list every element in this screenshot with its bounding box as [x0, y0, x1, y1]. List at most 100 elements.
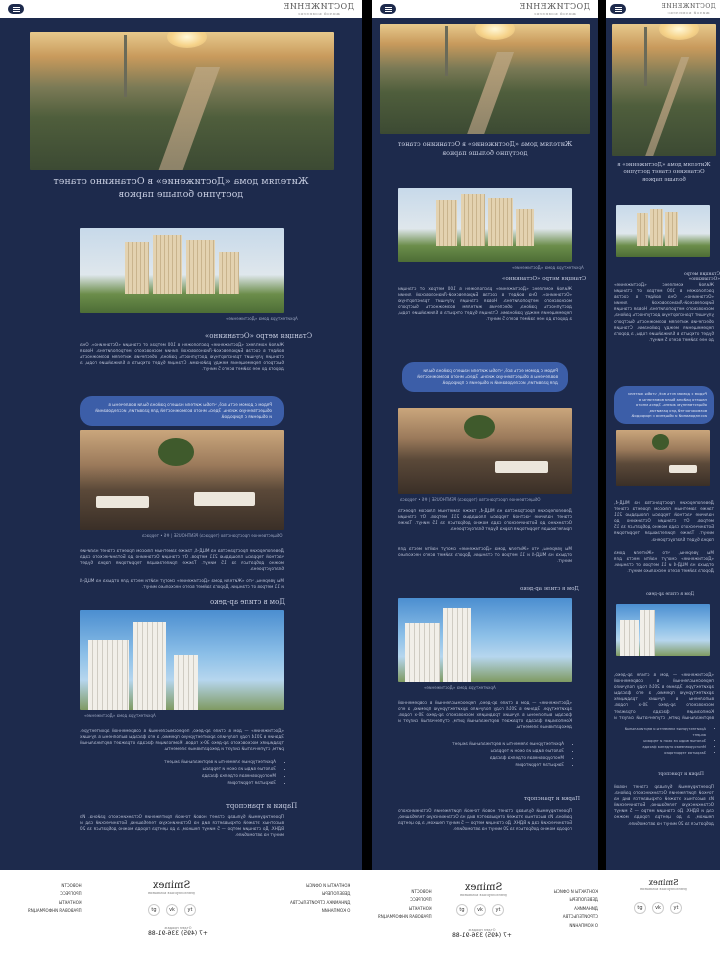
footer-link[interactable]: Контакты и офисы	[290, 882, 350, 890]
youtube-icon[interactable]: yt	[184, 904, 196, 916]
list-item: Архитектурные элементы и вертикальный ак…	[398, 740, 564, 747]
menu-icon[interactable]	[610, 4, 626, 14]
highlight-quote: Рядом с домом есть всё, чтобы жители наш…	[402, 362, 568, 393]
header: ДОСТИЖЕНИЕ жилой комплекс	[0, 0, 362, 18]
footer-link[interactable]: Контакты и офисы	[544, 888, 598, 896]
list-item: Многоуровневая отделка фасада	[80, 772, 276, 779]
section-text-metro: Жилой комплекс «Достижение» расположен в…	[398, 286, 572, 322]
terrace-photo	[398, 408, 572, 494]
section-title-parks: Парки и транспорт	[658, 772, 704, 777]
hero-city-photo	[380, 24, 590, 134]
footer-link[interactable]: Динамика строительства	[544, 905, 598, 922]
building-photo	[616, 205, 710, 257]
site-logo[interactable]: ДОСТИЖЕНИЕ жилой комплекс	[519, 2, 590, 16]
site-logo[interactable]: ДОСТИЖЕНИЕ жилой комплекс	[283, 2, 354, 16]
section-text-artdeco: «Достижение» — дом в стиле ар-деко, пере…	[614, 672, 714, 722]
vk-icon[interactable]: vk	[652, 902, 664, 914]
list-item: Архитектурные элементы и вертикальный ак…	[614, 726, 706, 738]
feature-list: Архитектурные элементы и вертикальный ак…	[80, 758, 284, 787]
artdeco-photo	[398, 598, 572, 682]
header: ДОСТИЖЕНИЕ жилой комплекс	[606, 0, 720, 18]
youtube-icon[interactable]: yt	[492, 904, 504, 916]
section-text-parks: Проектируемый бульвар станет новой точко…	[614, 784, 714, 826]
section-text-terrace-2: Мы уверены, что «Жители дома «Достижение…	[614, 550, 714, 574]
footer-nav: Контакты и офисы Девелоперы Динамика стр…	[544, 888, 598, 930]
list-item: Многоуровневая отделка фасада	[398, 754, 564, 761]
feature-list: Архитектурные элементы и вертикальный ак…	[398, 740, 572, 769]
site-logo[interactable]: ДОСТИЖЕНИЕ жилой комплекс	[661, 3, 716, 15]
section-title-metro: Станция метро «Останкино»	[205, 332, 313, 340]
footer-nav: Новости Прогресс Контакты Правовая инфор…	[378, 888, 432, 922]
list-item: Золотые виды из окон и террасы	[80, 765, 276, 772]
section-text-terrace: Девелоперские пространства на МЦД-4, так…	[80, 548, 284, 572]
photo-caption: Архитектура дома «Достижение»	[512, 265, 584, 270]
highlight-quote: Рядом с домом есть всё, чтобы жители наш…	[614, 386, 714, 424]
hero-city-photo	[30, 32, 334, 170]
building-photo	[80, 228, 284, 313]
footer-brand[interactable]: Sminex девелоперская компания	[148, 880, 195, 895]
section-text-metro: Жилой комплекс «Достижение» расположен в…	[80, 342, 284, 372]
section-text-parks: Проектируемый бульвар станет новой точко…	[80, 814, 284, 838]
telegram-icon[interactable]: tg	[148, 904, 160, 916]
section-title-parks: Парки и транспорт	[226, 802, 298, 810]
vk-icon[interactable]: vk	[474, 904, 486, 916]
page-root: ДОСТИЖЕНИЕ жилой комплекс Жителям дома «Д…	[0, 0, 720, 954]
section-text-terrace-2: Мы уверены, что «Жители дома «Достижение…	[398, 546, 572, 564]
section-text-parks: Проектируемый бульвар станет новой точко…	[398, 808, 572, 832]
footer-link[interactable]: Новости	[378, 888, 431, 896]
footer-link[interactable]: Контакты	[28, 899, 82, 907]
mobile-viewport: ДОСТИЖЕНИЕ жилой комплекс Жителям дома «Д…	[606, 0, 720, 870]
footer-phone[interactable]: Отдел продаж +7 (495) 336-91-88	[452, 928, 512, 939]
section-text-metro: Жилой комплекс «Достижение» расположен в…	[614, 282, 714, 342]
footer-link[interactable]: Правовая информация	[378, 913, 432, 921]
telegram-icon[interactable]: tg	[456, 904, 468, 916]
highlight-quote: Рядом с домом есть всё, чтобы жители наш…	[80, 396, 284, 427]
footer-link[interactable]: Правовая информация	[28, 907, 82, 915]
section-text-terrace: Девелоперские пространства на МЦД-4, так…	[398, 508, 572, 532]
footer-tablet: Контакты и офисы Девелоперы Динамика стр…	[372, 870, 598, 954]
feature-list: Архитектурные элементы и вертикальный ак…	[614, 726, 714, 757]
youtube-icon[interactable]: yt	[670, 902, 682, 914]
footer-link[interactable]: О компании	[290, 907, 351, 915]
list-item: Закрытая территория	[398, 761, 564, 768]
photo-caption: Общественное пространство (терраса) PENT…	[142, 533, 283, 538]
section-text-terrace: Девелоперские пространства на МЦД-4, так…	[614, 500, 714, 542]
section-title-parks: Парки и транспорт	[524, 796, 580, 802]
footer-link[interactable]: О компании	[544, 922, 598, 930]
section-title-artdeco: Дом в стиле ар-деко	[646, 592, 695, 597]
photo-caption: Архитектура дома «Достижение»	[424, 685, 496, 690]
footer-brand[interactable]: Sminex девелоперская компания	[640, 878, 687, 891]
terrace-photo	[80, 430, 284, 530]
footer-link[interactable]: Прогресс	[378, 896, 432, 904]
social-links: tg vk yt	[148, 904, 196, 916]
menu-icon[interactable]	[380, 4, 396, 14]
footer-link[interactable]: Новости	[28, 882, 81, 890]
list-item: Архитектурные элементы и вертикальный ак…	[80, 758, 276, 765]
footer-link[interactable]: Девелоперы	[290, 890, 351, 898]
list-item: Закрытая территория	[614, 750, 706, 756]
footer-link[interactable]: Динамика строительства	[290, 899, 350, 907]
section-title-artdeco: Дом в стиле ар-деко	[210, 598, 286, 606]
footer-nav: Контакты и офисы Девелоперы Динамика стр…	[290, 882, 350, 916]
section-title-artdeco: Дом в стиле ар-деко	[520, 586, 579, 592]
footer-link[interactable]: Контакты	[378, 905, 432, 913]
list-item: Закрытая территория	[80, 779, 276, 786]
section-title-metro: Станция метро «Останкино»	[502, 276, 587, 282]
building-photo	[398, 188, 572, 262]
footer: Контакты и офисы Девелоперы Динамика стр…	[0, 870, 720, 954]
vk-icon[interactable]: vk	[166, 904, 178, 916]
footer-brand[interactable]: Sminex девелоперская компания	[460, 882, 507, 897]
viewport-divider	[362, 0, 372, 954]
footer-link[interactable]: Прогресс	[28, 890, 82, 898]
article-title: Жителям дома «Достижение» в Останкино ст…	[397, 140, 573, 157]
footer-link[interactable]: Девелоперы	[544, 896, 598, 904]
footer-desktop: Контакты и офисы Девелоперы Динамика стр…	[0, 870, 362, 954]
telegram-icon[interactable]: tg	[634, 902, 646, 914]
viewport-divider	[598, 0, 606, 954]
section-text-terrace-2: Мы уверены, что «Жители дома «Достижение…	[80, 578, 284, 590]
social-links: tg vk yt	[456, 904, 504, 916]
photo-caption: Архитектура дома «Достижение»	[84, 713, 156, 718]
menu-icon[interactable]	[8, 4, 24, 14]
footer-phone[interactable]: Отдел продаж +7 (495) 336-91-88	[148, 926, 208, 937]
section-text-artdeco: «Достижение» — дом в стиле ар-деко, пере…	[398, 700, 572, 730]
